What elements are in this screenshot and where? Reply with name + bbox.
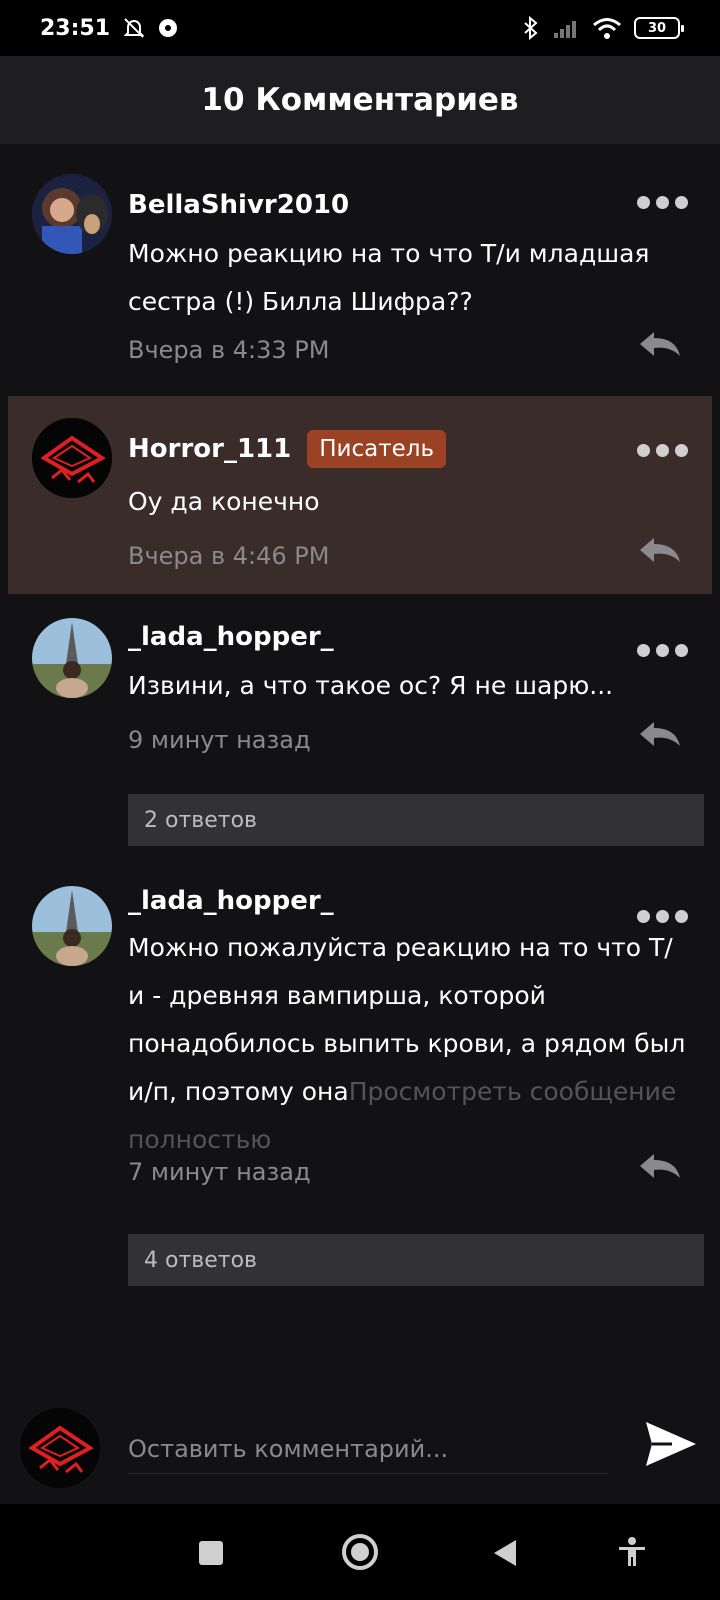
avatar[interactable]	[32, 174, 112, 254]
comment-item: BellaShivr2010 Можно реакцию на то что Т…	[8, 144, 712, 388]
comment-input[interactable]: Оставить комментарий...	[128, 1424, 608, 1474]
send-icon[interactable]	[642, 1416, 698, 1472]
reply-icon[interactable]	[638, 536, 682, 566]
comments-header: 10 Комментариев	[0, 56, 720, 144]
home-icon[interactable]	[340, 1532, 380, 1572]
reply-icon[interactable]	[638, 1152, 682, 1182]
comment-time: Вчера в 4:33 PM	[128, 336, 330, 364]
replies-count: 4 ответов	[144, 1247, 258, 1273]
bell-off-icon	[123, 18, 145, 38]
status-time: 23:51	[40, 15, 111, 41]
comment-text: Извини, а что такое ос? Я не шарю...	[128, 671, 614, 700]
reply-icon[interactable]	[638, 330, 682, 360]
comment-author[interactable]: BellaShivr2010	[128, 190, 349, 220]
accessibility-icon[interactable]	[616, 1536, 648, 1568]
comment-item: _lada_hopper_ Извини, а что такое ос? Я …	[8, 600, 712, 850]
replies-button[interactable]: 2 ответов	[128, 794, 704, 846]
recent-apps-icon[interactable]	[196, 1538, 226, 1568]
system-nav-bar	[0, 1504, 720, 1600]
back-icon[interactable]	[490, 1538, 520, 1568]
battery-level: 30	[647, 20, 667, 36]
wifi-icon	[593, 18, 621, 39]
comment-input-bar: Оставить комментарий...	[0, 1394, 720, 1504]
comment-author[interactable]: _lada_hopper_	[128, 622, 334, 652]
avatar[interactable]	[32, 418, 112, 498]
comment-author[interactable]: Horror_111	[128, 434, 291, 464]
avatar	[20, 1408, 100, 1488]
more-options-icon[interactable]	[637, 196, 688, 209]
replies-count: 2 ответов	[144, 807, 258, 833]
comment-time: 9 минут назад	[128, 726, 311, 754]
comment-text: Оу да конечно	[128, 487, 320, 516]
reply-icon[interactable]	[638, 720, 682, 750]
signal-icon	[554, 21, 576, 38]
page-title: 10 Комментариев	[201, 82, 519, 118]
more-options-icon[interactable]	[637, 910, 688, 923]
avatar[interactable]	[32, 886, 112, 966]
comment-input-placeholder: Оставить комментарий...	[128, 1434, 449, 1463]
comment-author[interactable]: _lada_hopper_	[128, 886, 334, 916]
battery-icon: 30	[634, 17, 684, 39]
comment-item: _lada_hopper_ Можно пожалуйста реакцию н…	[8, 868, 712, 1298]
comment-text: Можно пожалуйста реакцию на то что Т/и -…	[128, 924, 688, 1164]
bluetooth-icon	[524, 16, 538, 40]
comment-time: Вчера в 4:46 PM	[128, 542, 330, 570]
comment-item: Horror_111 Писатель Оу да конечно Вчера …	[8, 396, 712, 594]
cloud-icon	[159, 19, 178, 37]
replies-button[interactable]: 4 ответов	[128, 1234, 704, 1286]
more-options-icon[interactable]	[637, 644, 688, 657]
comment-time: 7 минут назад	[128, 1158, 311, 1186]
author-badge: Писатель	[307, 430, 447, 468]
comment-text: Можно реакцию на то что Т/и младшая сест…	[128, 239, 650, 316]
more-options-icon[interactable]	[637, 444, 688, 457]
avatar[interactable]	[32, 618, 112, 698]
status-bar: 23:51 30	[0, 0, 720, 56]
